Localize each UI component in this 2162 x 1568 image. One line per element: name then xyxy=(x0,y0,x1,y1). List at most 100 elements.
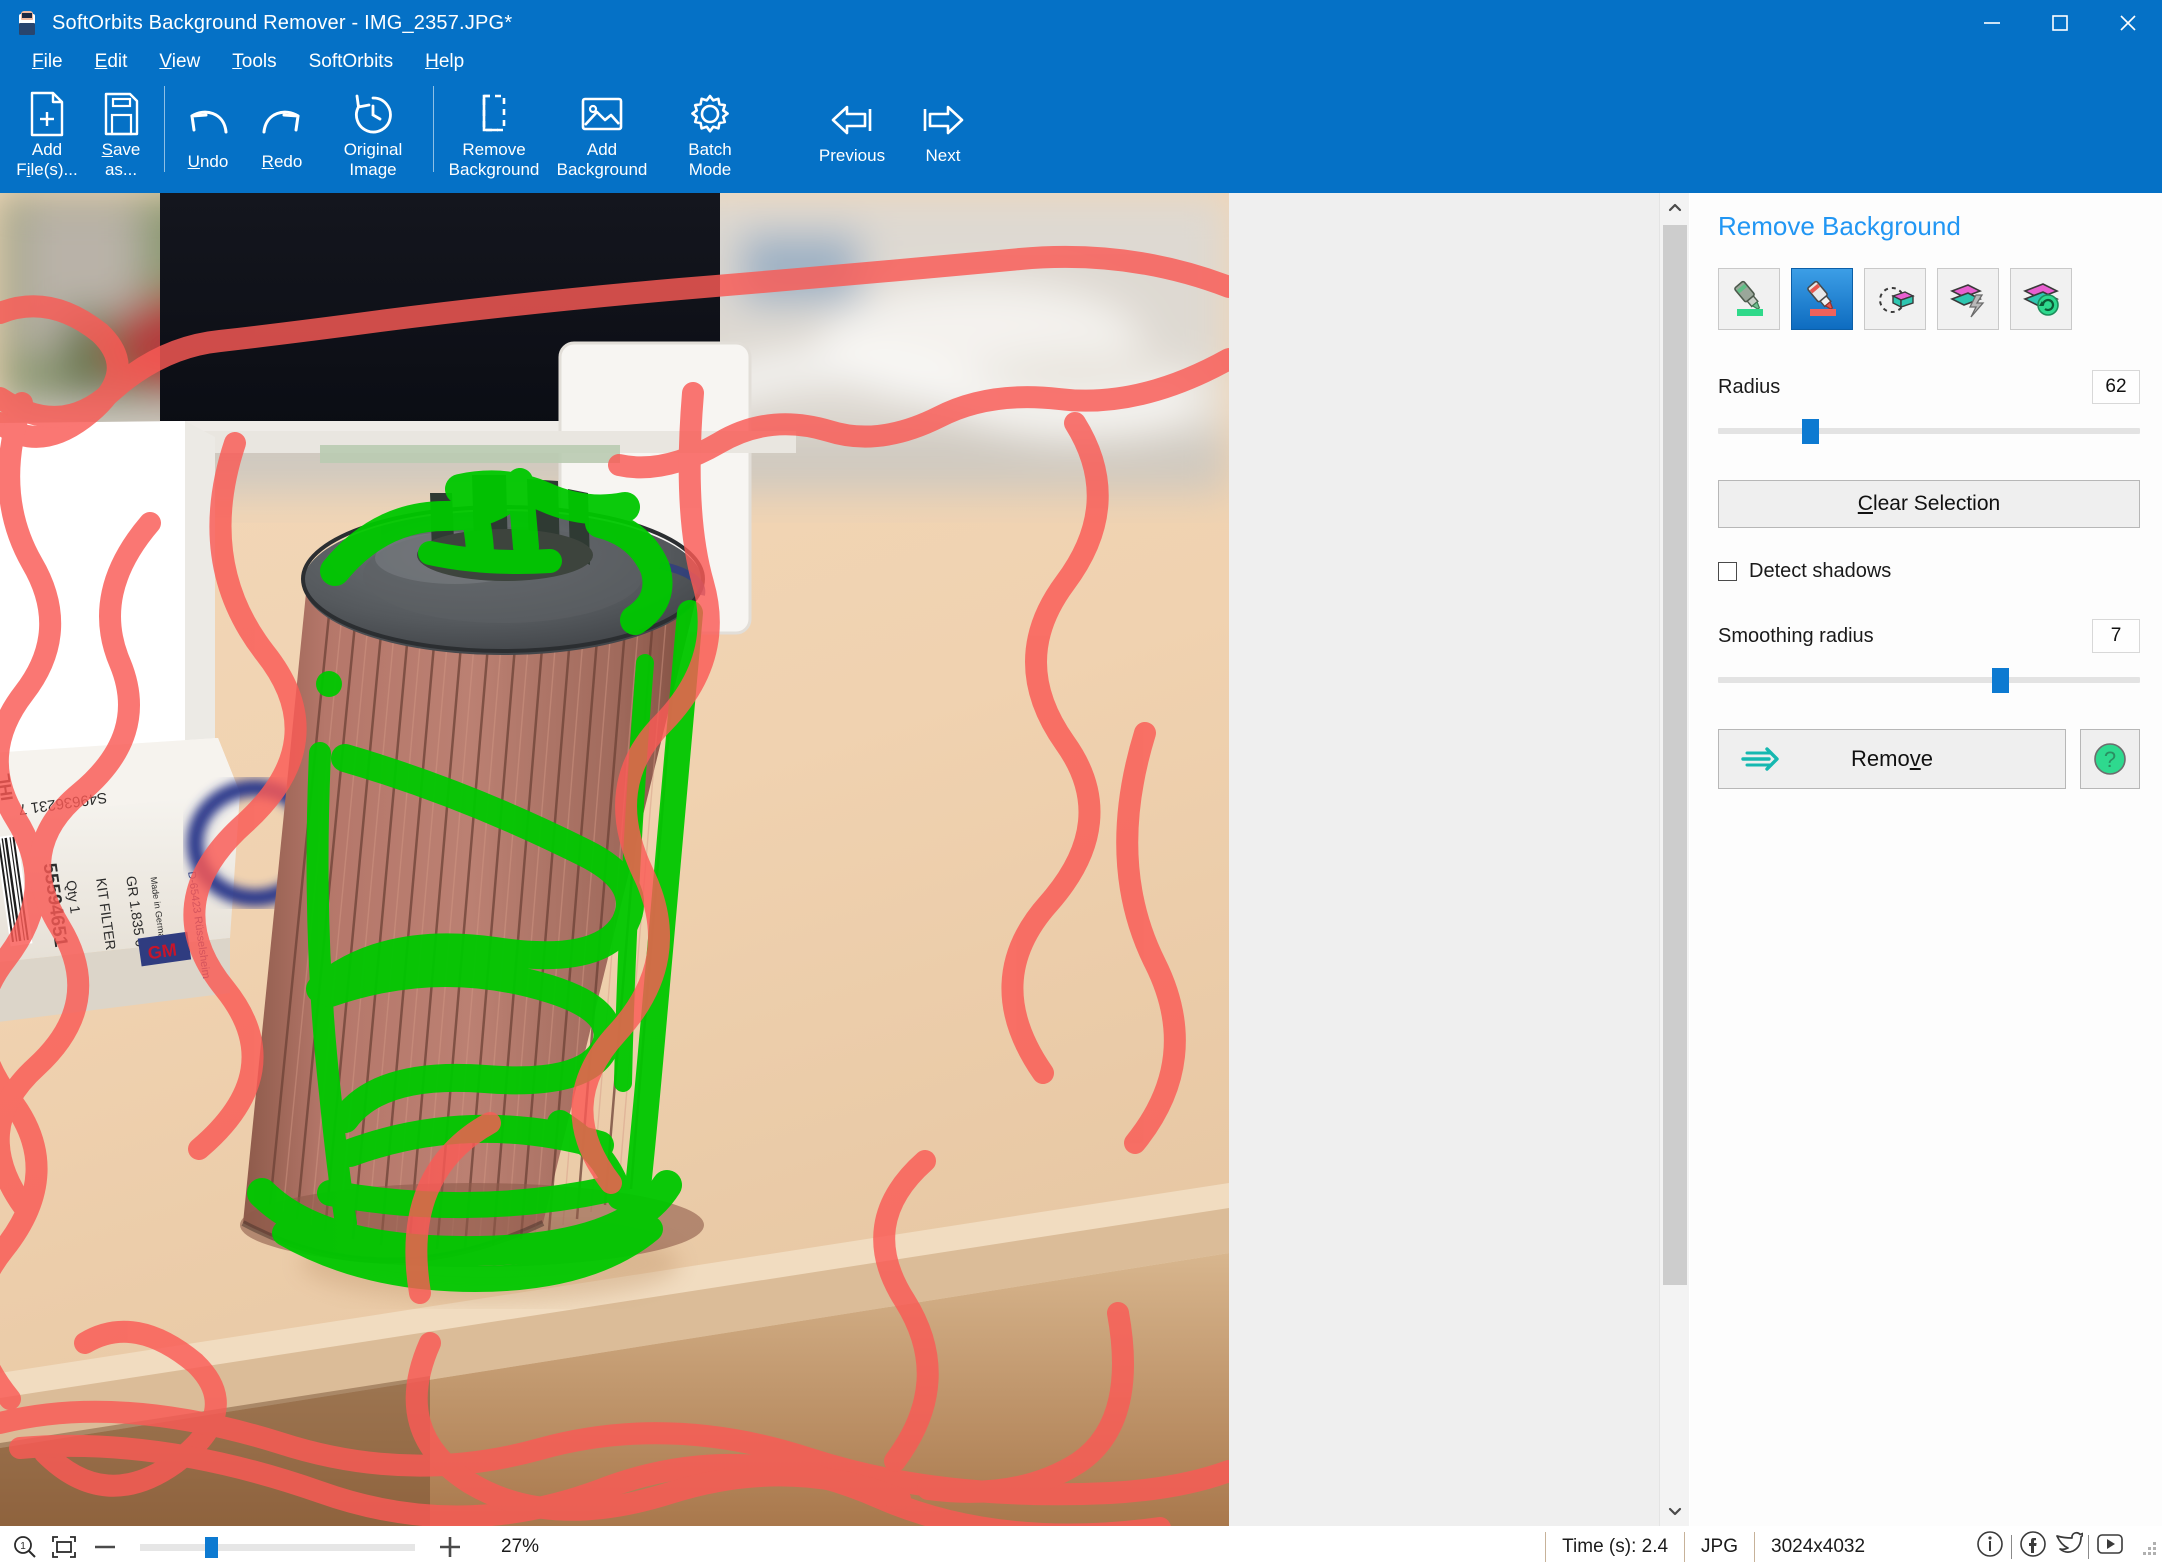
toolbar-next-label: Next xyxy=(925,146,961,165)
dashed-cutout-icon xyxy=(472,88,516,140)
minimize-button[interactable] xyxy=(1958,0,2026,46)
action-row: Remove ? xyxy=(1718,729,2140,789)
radius-slider-thumb[interactable] xyxy=(1802,419,1820,444)
maximize-button[interactable] xyxy=(2026,0,2094,46)
radius-field-row: Radius 62 xyxy=(1718,370,2140,404)
smoothing-radius-slider-thumb[interactable] xyxy=(1992,668,2010,693)
toolbar-save-as-line1: Save xyxy=(101,140,141,159)
remove-button[interactable]: Remove xyxy=(1718,729,2066,789)
canvas-vertical-scrollbar[interactable] xyxy=(1659,193,1689,1526)
help-button[interactable]: ? xyxy=(2080,729,2140,789)
detect-shadows-row[interactable]: Detect shadows xyxy=(1718,560,2140,583)
toolbar-add-files[interactable]: Add File(s)... xyxy=(10,78,84,180)
arrow-right-icon xyxy=(916,94,970,146)
refresh-layers-icon xyxy=(2023,283,2059,316)
radius-label: Radius xyxy=(1718,375,1781,398)
toolbar-previous-label: Previous xyxy=(818,146,886,165)
tool-mark-remove-brush[interactable] xyxy=(1791,268,1853,330)
toolbar-separator-2 xyxy=(433,86,434,172)
menu-softorbits[interactable]: SoftOrbits xyxy=(293,46,409,78)
twitter-icon[interactable] xyxy=(2051,1528,2085,1566)
scroll-down-button[interactable] xyxy=(1660,1496,1690,1526)
facebook-icon[interactable] xyxy=(2017,1528,2049,1566)
status-bar: 1 27% Time (s): 2.4 JPG 3024x4032 xyxy=(0,1526,2162,1568)
smoothing-radius-value[interactable]: 7 xyxy=(2092,619,2140,653)
toolbar-remove-background[interactable]: Remove Background xyxy=(440,78,548,180)
menu-edit[interactable]: Edit xyxy=(79,46,144,78)
toolbar-add-background[interactable]: Add Background xyxy=(548,78,656,180)
menu-tools[interactable]: Tools xyxy=(216,46,292,78)
clear-selection-button[interactable]: Clear Selection xyxy=(1718,480,2140,528)
green-question-icon: ? xyxy=(2094,743,2126,775)
smoothing-radius-slider-track xyxy=(1718,677,2140,683)
fit-to-screen-icon[interactable] xyxy=(50,1534,78,1560)
youtube-icon[interactable] xyxy=(2094,1528,2126,1566)
tool-mark-keep-brush[interactable] xyxy=(1718,268,1780,330)
zoom-slider-thumb[interactable] xyxy=(205,1537,218,1558)
zoom-in-button[interactable] xyxy=(435,1533,465,1561)
picture-icon xyxy=(577,88,627,140)
clock-history-icon xyxy=(350,88,396,140)
tool-auto-magic-wand[interactable] xyxy=(1937,268,1999,330)
toolbar-save-as-line2: as... xyxy=(104,160,138,179)
floppy-disk-icon xyxy=(100,88,142,140)
image-canvas[interactable]: S49636231 7 55594651 Qty 1 KIT FILTER GR… xyxy=(0,193,1659,1526)
menu-view[interactable]: View xyxy=(143,46,216,78)
tool-button-row xyxy=(1718,268,2140,330)
toolbar-separator-1 xyxy=(164,86,165,172)
menu-help[interactable]: Help xyxy=(409,46,480,78)
zoom-slider-track xyxy=(140,1544,415,1551)
status-bar-right: Time (s): 2.4 JPG 3024x4032 xyxy=(1545,1526,2162,1568)
lightning-layers-icon xyxy=(1950,284,1985,318)
zoom-1to1-icon[interactable]: 1 xyxy=(12,1534,38,1560)
toolbar: Add File(s)... Save as... Undo Redo Orig… xyxy=(0,78,2162,193)
remove-background-panel: Remove Background Radius 62 C lear Selec… xyxy=(1690,193,2162,1526)
scrollbar-thumb[interactable] xyxy=(1663,225,1687,1285)
toolbar-remove-background-line2: Background xyxy=(448,160,540,179)
detect-shadows-label: Detect shadows xyxy=(1749,560,1892,582)
toolbar-batch-mode[interactable]: Batch Mode xyxy=(656,78,764,180)
zoom-slider[interactable] xyxy=(140,1535,415,1559)
document-plus-icon xyxy=(26,88,68,140)
svg-text:?: ? xyxy=(2104,747,2116,772)
toolbar-remove-background-line1: Remove xyxy=(462,140,526,159)
radius-value[interactable]: 62 xyxy=(2092,370,2140,404)
tool-magic-eraser[interactable] xyxy=(1864,268,1926,330)
format-status: JPG xyxy=(1684,1532,1754,1562)
toolbar-redo[interactable]: Redo xyxy=(245,78,319,172)
undo-arrow-icon xyxy=(182,100,234,152)
zoom-controls: 1 27% xyxy=(0,1533,539,1561)
toolbar-original-image[interactable]: Original Image xyxy=(319,78,427,180)
menu-bar: FFileile Edit View Tools SoftOrbits Help xyxy=(0,46,2162,78)
social-links xyxy=(1974,1528,2126,1566)
close-button[interactable] xyxy=(2094,0,2162,46)
toolbar-batch-mode-line1: Batch xyxy=(688,140,732,159)
app-icon xyxy=(14,10,40,36)
toolbar-undo[interactable]: Undo xyxy=(171,78,245,172)
resize-grip[interactable] xyxy=(2140,1539,2156,1555)
title-bar: SoftOrbits Background Remover - IMG_2357… xyxy=(0,0,2162,46)
time-status: Time (s): 2.4 xyxy=(1545,1532,1684,1562)
radius-slider[interactable] xyxy=(1718,416,2140,446)
toolbar-next[interactable]: Next xyxy=(906,78,980,166)
remove-button-label: Remove xyxy=(1851,746,1933,771)
zoom-out-button[interactable] xyxy=(90,1534,120,1560)
green-marker-icon xyxy=(1734,280,1763,316)
smoothing-radius-label: Smoothing radius xyxy=(1718,624,1874,647)
info-icon[interactable] xyxy=(1974,1528,2006,1566)
red-marker-icon xyxy=(1807,280,1836,316)
smoothing-radius-slider[interactable] xyxy=(1718,665,2140,695)
toolbar-add-files-line1: Add xyxy=(31,140,63,159)
toolbar-save-as[interactable]: Save as... xyxy=(84,78,158,180)
dashed-selection-eraser-icon xyxy=(1879,287,1915,313)
menu-file[interactable]: FFileile xyxy=(16,46,79,78)
oil-filter-photo[interactable]: S49636231 7 55594651 Qty 1 KIT FILTER GR… xyxy=(0,193,1229,1526)
window-controls xyxy=(1958,0,2162,46)
scroll-up-button[interactable] xyxy=(1660,193,1690,223)
toolbar-add-files-line2: File(s)... xyxy=(16,160,78,179)
tool-restore-layers[interactable] xyxy=(2010,268,2072,330)
toolbar-previous[interactable]: Previous xyxy=(798,78,906,166)
main-area: S49636231 7 55594651 Qty 1 KIT FILTER GR… xyxy=(0,193,2162,1526)
smoothing-radius-field-row: Smoothing radius 7 xyxy=(1718,619,2140,653)
detect-shadows-checkbox[interactable] xyxy=(1718,562,1737,581)
